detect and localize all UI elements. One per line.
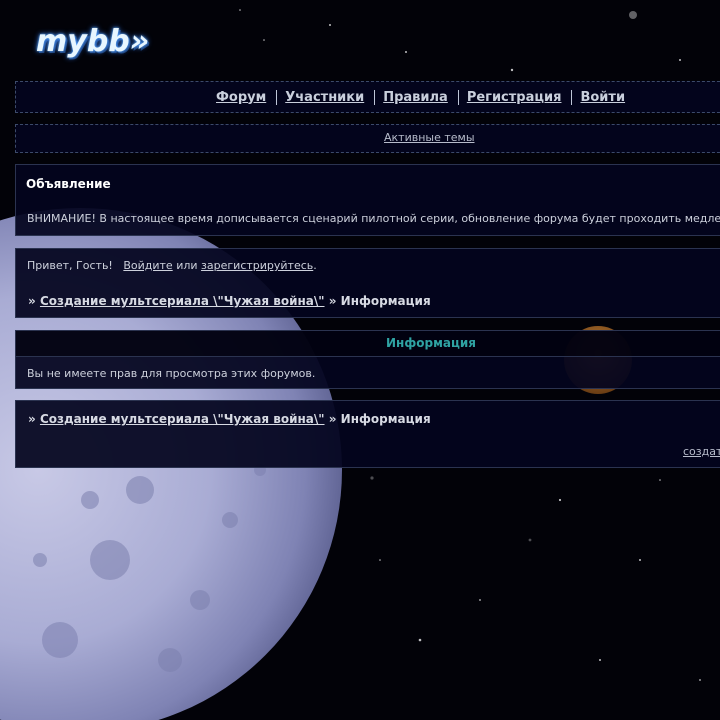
nav-separator — [374, 89, 376, 105]
active-topics-link[interactable]: Активные темы — [384, 131, 475, 144]
greeting-or: или — [176, 259, 198, 272]
nav-members-link[interactable]: Участники — [285, 90, 364, 105]
nav-register-link[interactable]: Регистрация — [467, 90, 562, 105]
logo-text: mybb» — [36, 24, 150, 59]
breadcrumb-forum-link[interactable]: Создание мультсериала \"Чужая война\" — [40, 294, 325, 308]
greeting-prefix: Привет, Гость! — [27, 259, 113, 272]
announcement-panel: Объявление ВНИМАНИЕ! В настоящее время д… — [15, 164, 720, 236]
nav-separator — [276, 89, 278, 105]
info-header: Информация — [16, 331, 720, 357]
nav-separator — [457, 89, 459, 105]
breadcrumb-separator: » — [328, 294, 337, 308]
mybb-logo[interactable]: mybb» — [36, 22, 166, 62]
breadcrumb-current: Информация — [340, 412, 431, 426]
register-link[interactable]: зарегистрируйтесь — [201, 259, 313, 272]
announcement-text: ВНИМАНИЕ! В настоящее время дописывается… — [27, 212, 720, 225]
nav-forum-link[interactable]: Форум — [216, 90, 266, 105]
main-navigation: Форум Участники Правила Регистрация Войт… — [15, 81, 720, 113]
greeting-line: Привет, Гость! Войдите или зарегистрируй… — [27, 259, 317, 272]
breadcrumb-arrow: » — [28, 294, 36, 308]
active-topics-bar: Активные темы — [15, 124, 720, 153]
greeting-panel: Привет, Гость! Войдите или зарегистрируй… — [15, 248, 720, 318]
footer-panel: » Создание мультсериала \"Чужая война\" … — [15, 400, 720, 468]
nav-login-link[interactable]: Войти — [580, 90, 625, 105]
info-message: Вы не имеете прав для просмотра этих фор… — [27, 367, 316, 380]
info-panel: Информация Вы не имеете прав для просмот… — [15, 330, 720, 389]
greeting-suffix: . — [313, 259, 317, 272]
create-forum-link[interactable]: создат — [683, 445, 720, 458]
breadcrumb-forum-link[interactable]: Создание мультсериала \"Чужая война\" — [40, 412, 325, 426]
breadcrumb-bottom: » Создание мультсериала \"Чужая война\" … — [28, 412, 431, 426]
login-link[interactable]: Войдите — [123, 259, 172, 272]
announcement-title: Объявление — [26, 177, 111, 191]
breadcrumb: » Создание мультсериала \"Чужая война\" … — [28, 294, 431, 308]
breadcrumb-current: Информация — [340, 294, 431, 308]
nav-separator — [571, 89, 573, 105]
breadcrumb-separator: » — [328, 412, 337, 426]
nav-rules-link[interactable]: Правила — [383, 90, 448, 105]
info-title: Информация — [386, 336, 476, 350]
breadcrumb-arrow: » — [28, 412, 36, 426]
